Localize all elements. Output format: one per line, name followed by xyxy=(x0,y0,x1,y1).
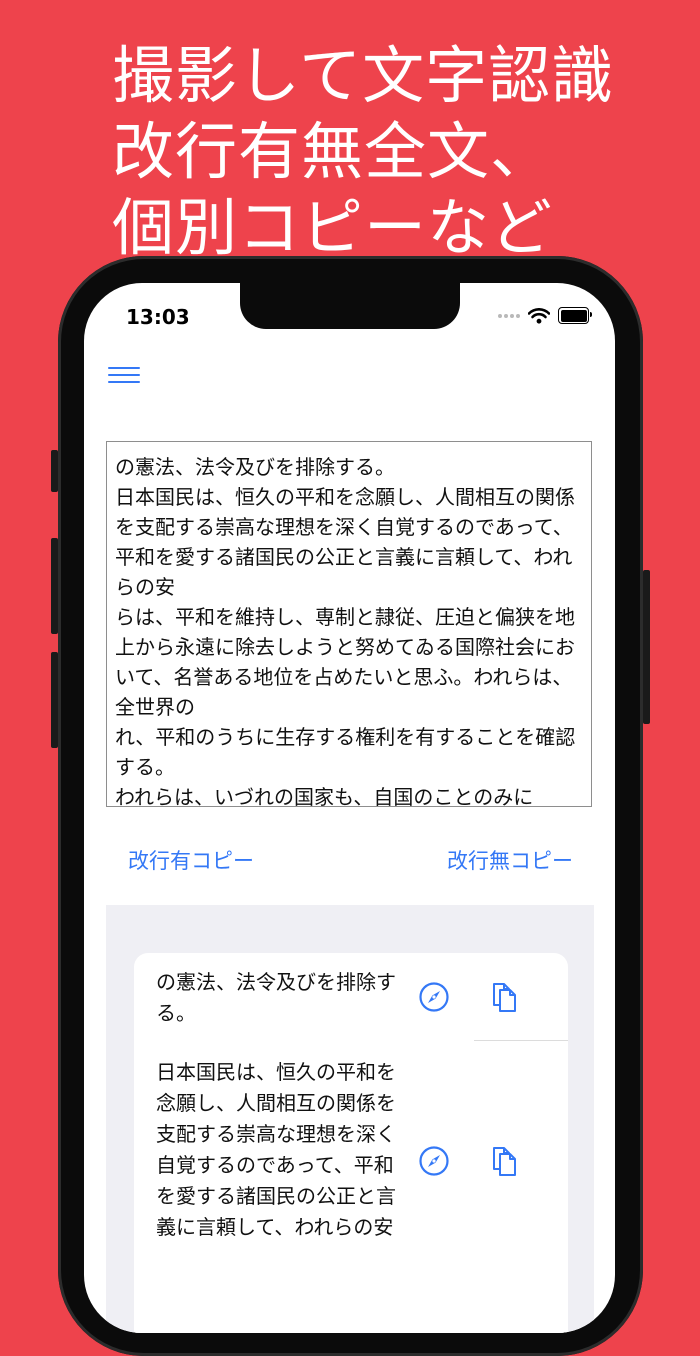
recognized-text-area[interactable]: の憲法、法令及びを排除する。 日本国民は、恒久の平和を念願し、人間相互の関係を支… xyxy=(106,441,592,807)
phone-screen: 13:03 の憲法、法令及びを排除する。 日本国民は、恒久の平和を念願し、人間相… xyxy=(84,283,615,1333)
copy-documents-icon[interactable] xyxy=(486,1143,522,1179)
battery-icon xyxy=(558,307,592,324)
segment-text: 日本国民は、恒久の平和を念願し、人間相互の関係を支配する崇高な理想を深く自覚する… xyxy=(156,1060,396,1239)
segment-list: の憲法、法令及びを排除する。 日本国民は、恒久の平和を念願し、人間相互の関係を支… xyxy=(134,953,568,1333)
compass-icon[interactable] xyxy=(416,1143,452,1179)
headline-line-1: 撮影して文字認識 xyxy=(112,39,615,112)
hamburger-menu-icon[interactable] xyxy=(108,367,140,389)
promo-headline: 撮影して文字認識 改行有無全文、 個別コピーなど xyxy=(112,38,614,266)
segment-list-section: の憲法、法令及びを排除する。 日本国民は、恒久の平和を念願し、人間相互の関係を支… xyxy=(106,905,594,1333)
phone-volume-down xyxy=(51,652,58,748)
phone-silent-switch xyxy=(51,450,58,492)
cellular-signal-icon xyxy=(498,313,520,318)
headline-line-3: 個別コピーなど xyxy=(112,191,554,264)
copy-with-line-breaks-button[interactable]: 改行有コピー xyxy=(128,845,254,875)
compass-icon[interactable] xyxy=(416,979,452,1015)
copy-without-line-breaks-button[interactable]: 改行無コピー xyxy=(447,845,573,875)
segment-text: の憲法、法令及びを排除する。 xyxy=(156,970,396,1025)
phone-power-button xyxy=(643,570,650,724)
list-item: の憲法、法令及びを排除する。 xyxy=(134,953,568,1041)
status-time: 13:03 xyxy=(126,305,190,329)
status-icons xyxy=(498,307,592,324)
notch xyxy=(240,283,460,329)
phone-volume-up xyxy=(51,538,58,634)
copy-documents-icon[interactable] xyxy=(486,979,522,1015)
wifi-icon xyxy=(528,307,550,324)
headline-line-2: 改行有無全文、 xyxy=(112,115,554,188)
list-item: 日本国民は、恒久の平和を念願し、人間相互の関係を支配する崇高な理想を深く自覚する… xyxy=(134,1041,568,1333)
